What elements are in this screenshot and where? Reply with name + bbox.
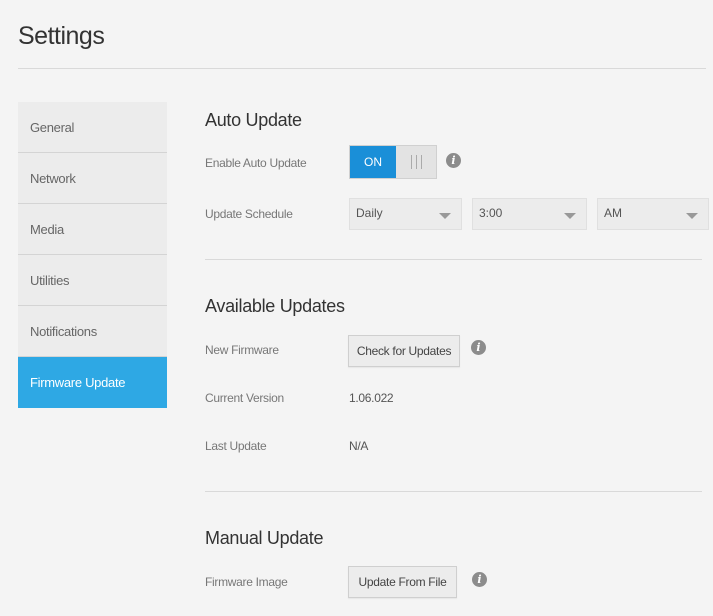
toggle-on-label: ON — [350, 146, 396, 178]
manual-update-heading: Manual Update — [205, 528, 324, 548]
sidebar-item-firmware-update[interactable]: Firmware Update — [18, 357, 167, 408]
chevron-down-icon — [439, 213, 451, 219]
select-value: AM — [604, 206, 622, 220]
update-from-file-button[interactable]: Update From File — [348, 566, 457, 598]
sidebar-item-general[interactable]: General — [18, 102, 167, 153]
enable-auto-update-label: Enable Auto Update — [205, 156, 307, 170]
select-value: 3:00 — [479, 206, 503, 220]
auto-update-heading: Auto Update — [205, 110, 302, 130]
last-update-value: N/A — [349, 439, 369, 453]
title-divider — [18, 68, 706, 69]
auto-update-toggle[interactable]: ON — [349, 145, 437, 179]
chevron-down-icon — [564, 213, 576, 219]
info-icon[interactable]: i — [472, 572, 487, 587]
section-divider — [205, 491, 702, 492]
sidebar-item-utilities[interactable]: Utilities — [18, 255, 167, 306]
sidebar-item-media[interactable]: Media — [18, 204, 167, 255]
sidebar-item-label: Utilities — [30, 272, 70, 288]
firmware-image-label: Firmware Image — [205, 575, 288, 589]
select-value: Daily — [356, 206, 383, 220]
schedule-ampm-select[interactable]: AM — [597, 198, 709, 230]
info-icon[interactable]: i — [446, 153, 461, 168]
available-updates-heading: Available Updates — [205, 296, 345, 316]
sidebar-item-network[interactable]: Network — [18, 153, 167, 204]
sidebar-item-label: Notifications — [30, 323, 97, 339]
sidebar: General Network Media Utilities Notifica… — [18, 102, 167, 408]
sidebar-item-label: Media — [30, 221, 64, 237]
schedule-frequency-select[interactable]: Daily — [349, 198, 462, 230]
current-version-label: Current Version — [205, 391, 284, 405]
last-update-label: Last Update — [205, 439, 267, 453]
schedule-time-select[interactable]: 3:00 — [472, 198, 587, 230]
current-version-value: 1.06.022 — [349, 391, 394, 405]
sidebar-item-label: Firmware Update — [30, 375, 126, 390]
check-for-updates-button[interactable]: Check for Updates — [348, 335, 460, 367]
sidebar-item-label: General — [30, 119, 75, 135]
page-title: Settings — [18, 22, 105, 50]
update-schedule-label: Update Schedule — [205, 207, 293, 221]
new-firmware-label: New Firmware — [205, 343, 279, 357]
toggle-grip-icon — [396, 146, 436, 178]
section-divider — [205, 259, 702, 260]
info-icon[interactable]: i — [471, 340, 486, 355]
chevron-down-icon — [686, 213, 698, 219]
sidebar-item-label: Network — [30, 170, 76, 186]
sidebar-item-notifications[interactable]: Notifications — [18, 306, 167, 357]
